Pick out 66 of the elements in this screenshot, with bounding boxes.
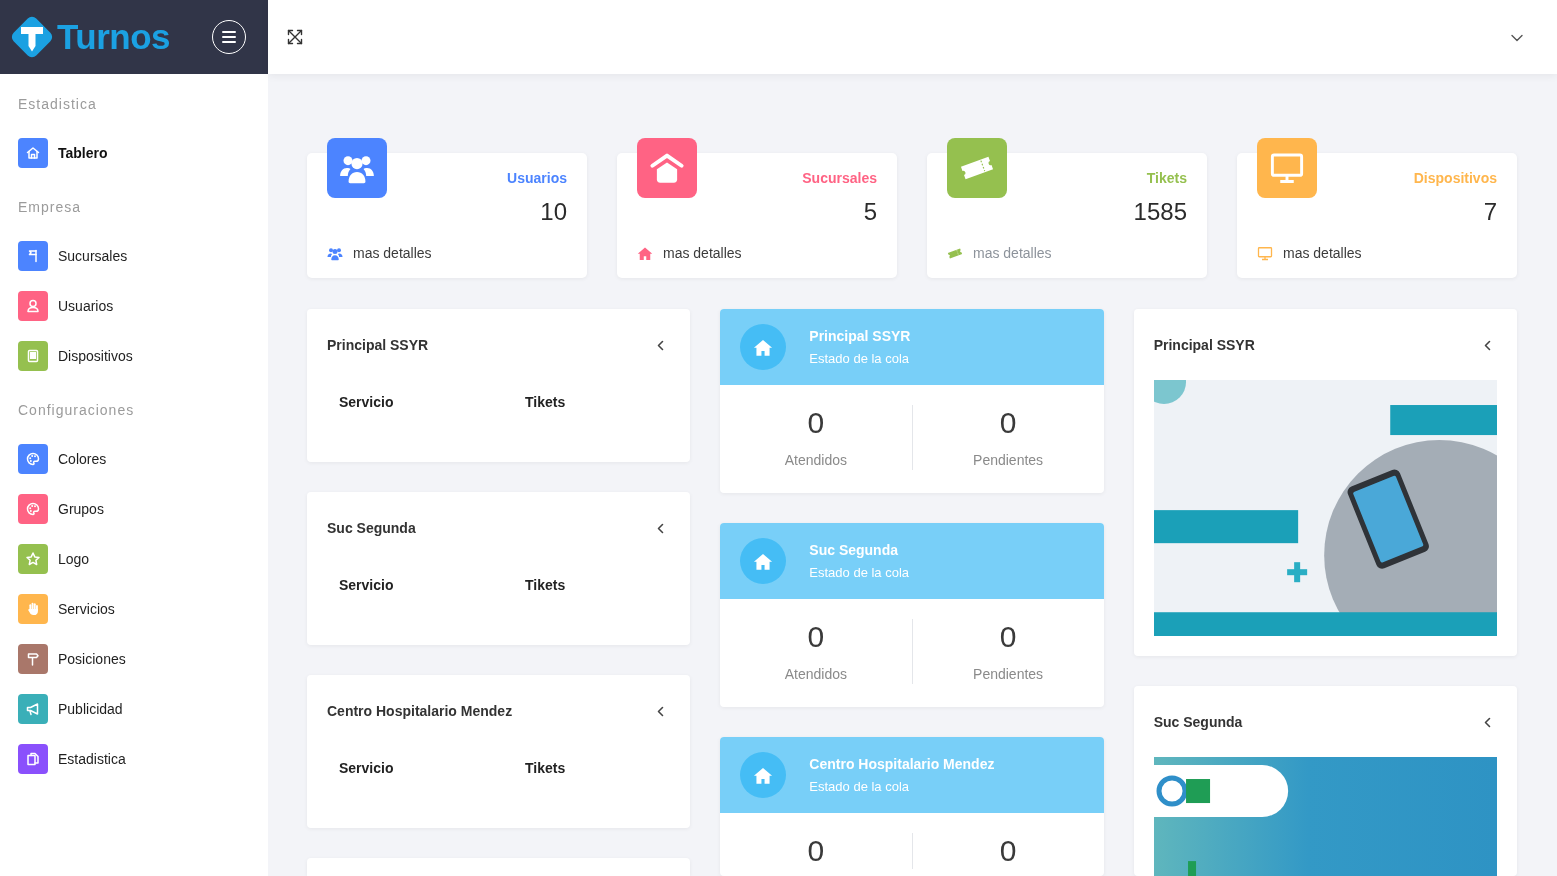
count-label: Pendientes xyxy=(973,665,1044,684)
sidebar-item[interactable]: Usuarios xyxy=(18,291,250,321)
card-title: Suc Segunda xyxy=(1153,713,1243,732)
sidebar-item[interactable]: Grupos xyxy=(18,494,250,524)
sidebar-item[interactable]: Dispositivos xyxy=(18,341,250,371)
card-title: Principal SSYR xyxy=(327,336,429,355)
count-label: Atendidos xyxy=(784,451,848,470)
stat-value: 1585 xyxy=(1133,198,1187,226)
stat-label: Tikets xyxy=(1146,170,1187,186)
home-icon xyxy=(740,324,787,370)
count-label: Pendientes xyxy=(973,451,1044,470)
queue-subtitle: Estado de la cola xyxy=(809,778,911,796)
section-heading: Estadistica xyxy=(18,95,97,114)
queue-subtitle: Estado de la cola xyxy=(809,564,910,582)
expand-icon[interactable] xyxy=(287,29,303,45)
house-icon xyxy=(637,245,653,261)
queue-title: Centro Hospitalario Mendez xyxy=(809,755,995,774)
chevron-left-icon[interactable] xyxy=(1483,339,1491,351)
card-title: Suc Segunda xyxy=(327,519,416,538)
sidebar-item[interactable]: Posiciones xyxy=(18,644,250,674)
count-value: 0 xyxy=(999,405,1017,441)
details-link[interactable]: mas detalles xyxy=(1257,244,1362,262)
logo-text: Turnos xyxy=(57,17,170,57)
sidebar-item[interactable]: Sucursales xyxy=(18,241,250,271)
count-label: Atendidos xyxy=(784,665,848,684)
chevron-left-icon[interactable] xyxy=(656,339,664,351)
queue-title: Suc Segunda xyxy=(809,541,899,560)
stat-value: 10 xyxy=(540,198,567,226)
count-value: 0 xyxy=(999,619,1017,655)
stat-value: 7 xyxy=(1483,198,1497,226)
sidebar-item[interactable]: Logo xyxy=(18,544,250,574)
details-link[interactable]: mas detalles xyxy=(637,244,742,262)
column-header: Servicio xyxy=(338,393,395,412)
chevron-left-icon[interactable] xyxy=(656,705,664,717)
queue-title: Principal SSYR xyxy=(809,327,911,346)
sidebar-item[interactable]: Publicidad xyxy=(18,694,250,724)
stat-label: Sucursales xyxy=(802,170,877,186)
sidebar-item[interactable]: Tablero xyxy=(18,138,250,168)
home-icon xyxy=(740,538,787,584)
home-icon xyxy=(740,752,787,798)
section-heading: Configuraciones xyxy=(18,401,135,420)
sidebar-item[interactable]: Colores xyxy=(18,444,250,474)
sidebar-item[interactable]: Servicios xyxy=(18,594,250,624)
column-header: Servicio xyxy=(338,576,395,595)
count-value: 0 xyxy=(807,833,825,869)
chevron-left-icon[interactable] xyxy=(1483,716,1491,728)
card-title: Principal SSYR xyxy=(1153,336,1255,355)
chevron-down-icon[interactable] xyxy=(1511,34,1523,42)
column-header: Servicio xyxy=(338,759,395,778)
stat-label: Dispositivos xyxy=(1413,170,1497,186)
chevron-left-icon[interactable] xyxy=(656,522,664,534)
count-value: 0 xyxy=(807,405,825,441)
column-header: Tikets xyxy=(524,576,567,595)
details-link[interactable]: mas detalles xyxy=(327,244,432,262)
users-icon xyxy=(327,245,343,261)
monitor-icon xyxy=(1257,245,1273,261)
stat-value: 5 xyxy=(863,198,877,226)
section-heading: Empresa xyxy=(18,198,82,217)
count-value: 0 xyxy=(807,619,825,655)
count-value: 0 xyxy=(999,833,1017,869)
card-title: Centro Hospitalario Mendez xyxy=(327,702,513,721)
stat-label: Usuarios xyxy=(507,170,567,186)
column-header: Tikets xyxy=(524,759,567,778)
sidebar-item[interactable]: Estadistica xyxy=(18,744,250,774)
column-header: Tikets xyxy=(524,393,567,412)
queue-subtitle: Estado de la cola xyxy=(809,350,911,368)
